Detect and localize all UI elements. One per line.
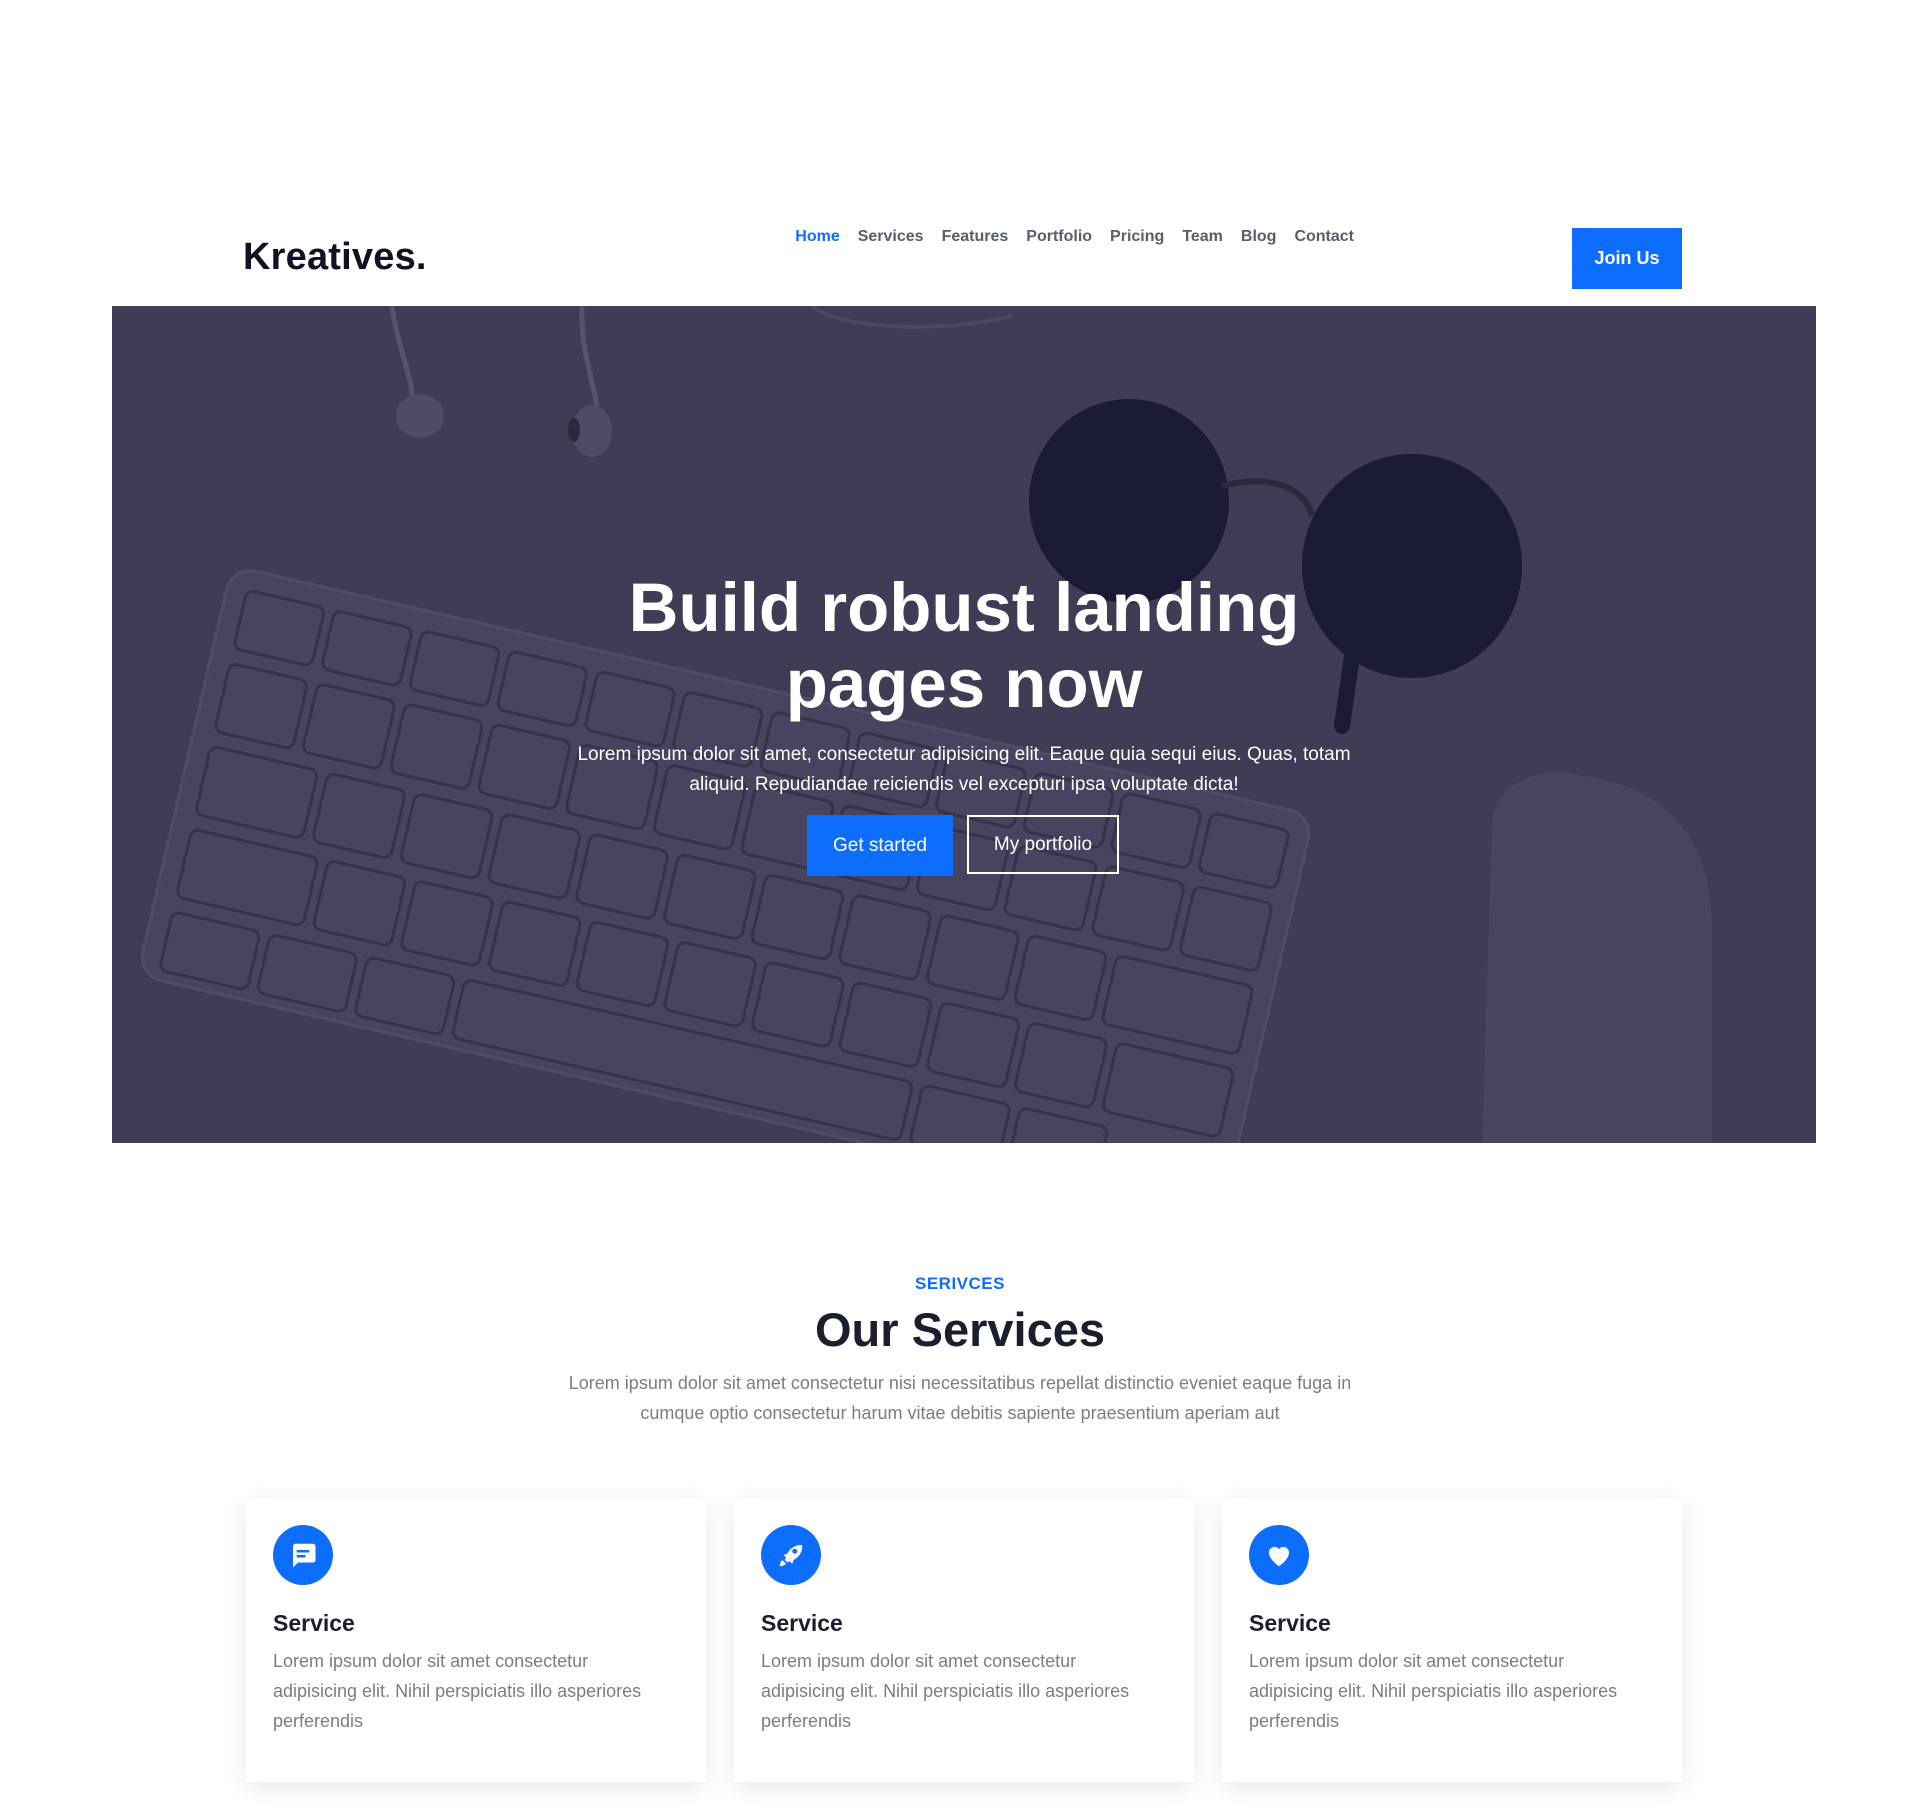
heart-icon [1249,1525,1309,1585]
service-card: Service Lorem ipsum dolor sit amet conse… [734,1498,1194,1782]
services-eyebrow: SERIVCES [915,1274,1005,1293]
hero-section: Build robust landing pages now Lorem ips… [112,306,1816,1143]
service-card-title: Service [1249,1610,1331,1636]
service-card: Service Lorem ipsum dolor sit amet conse… [1222,1498,1682,1782]
service-card-title: Service [761,1610,843,1636]
chat-icon [273,1525,333,1585]
nav-services[interactable]: Services [858,228,924,246]
hero-description: Lorem ipsum dolor sit amet, consectetur … [542,740,1386,800]
hero-title-line2: pages now [785,645,1143,722]
nav-contact[interactable]: Contact [1294,228,1354,246]
hero-description-line2: aliquid. Repudiandae reiciendis vel exce… [689,774,1239,795]
nav-blog[interactable]: Blog [1241,228,1277,246]
brand-logo[interactable]: Kreatives. [243,236,427,279]
nav-team[interactable]: Team [1182,228,1223,246]
service-card-text: Lorem ipsum dolor sit amet consectetur a… [273,1651,642,1731]
nav-home[interactable]: Home [795,228,839,246]
hero-title-line1: Build robust landing [628,569,1300,646]
hero-description-line1: Lorem ipsum dolor sit amet, consectetur … [577,744,1351,765]
hero-background-image [140,306,1712,1143]
hero-title: Build robust landing pages now [112,570,1816,722]
nav-portfolio[interactable]: Portfolio [1026,228,1092,246]
services-subtitle-line2: cumque optio consectetur harum vitae deb… [640,1403,1280,1423]
service-card-title: Service [273,1610,355,1636]
service-card-text: Lorem ipsum dolor sit amet consectetur a… [1249,1651,1618,1731]
get-started-button[interactable]: Get started [807,815,953,876]
services-subtitle-line1: Lorem ipsum dolor sit amet consectetur n… [568,1373,1352,1393]
main-nav: Home Services Features Portfolio Pricing… [795,228,1354,246]
service-card: Service Lorem ipsum dolor sit amet conse… [246,1498,706,1782]
nav-features[interactable]: Features [942,228,1009,246]
nav-pricing[interactable]: Pricing [1110,228,1164,246]
my-portfolio-button[interactable]: My portfolio [967,815,1119,874]
join-us-button[interactable]: Join Us [1572,228,1682,289]
rocket-icon [761,1525,821,1585]
service-card-text: Lorem ipsum dolor sit amet consectetur a… [761,1651,1130,1731]
services-title: Our Services [814,1303,1105,1356]
services-subtitle: Lorem ipsum dolor sit amet consectetur n… [510,1368,1410,1428]
